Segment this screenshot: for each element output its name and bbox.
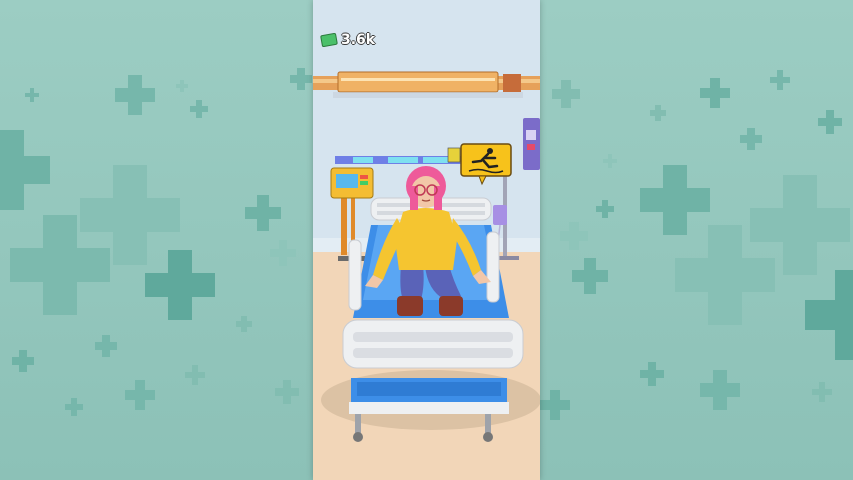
currency-amount: 3.6k <box>341 32 376 48</box>
cross-decoration <box>125 380 155 410</box>
cross-decoration <box>572 258 608 294</box>
cross-decoration <box>245 195 281 231</box>
cross-decoration <box>12 350 34 372</box>
cross-decoration <box>290 68 312 90</box>
cross-decoration <box>650 105 666 121</box>
cross-decoration <box>740 128 762 150</box>
cross-decoration <box>805 270 853 360</box>
cross-decoration <box>552 80 580 108</box>
cross-decoration <box>115 75 155 115</box>
game-viewport[interactable]: 3.6k <box>313 0 540 480</box>
cross-decoration <box>700 370 740 410</box>
cross-decoration <box>65 398 83 416</box>
cross-decoration <box>596 200 614 218</box>
cross-decoration <box>190 100 208 118</box>
cross-decoration <box>185 365 205 385</box>
cross-decoration <box>176 80 188 92</box>
cross-decoration <box>818 110 842 134</box>
cross-decoration <box>270 240 296 266</box>
cross-decoration <box>10 215 110 315</box>
cross-decoration <box>675 225 775 325</box>
hospital-room-scene <box>313 0 540 480</box>
cross-decoration <box>95 335 117 357</box>
ceiling-pipe <box>313 71 540 98</box>
cash-icon <box>320 32 338 48</box>
cross-decoration <box>540 390 570 420</box>
cross-decoration <box>560 222 588 250</box>
cross-decoration <box>770 70 790 90</box>
cross-decoration <box>640 362 664 386</box>
cross-decoration <box>25 88 39 102</box>
cross-decoration <box>275 380 299 404</box>
cross-decoration <box>603 154 617 168</box>
cross-decoration <box>145 250 215 320</box>
cross-decoration <box>812 382 832 402</box>
cross-decoration <box>700 78 730 108</box>
cross-decoration <box>0 130 50 210</box>
currency-counter: 3.6k <box>320 32 376 48</box>
cross-decoration <box>236 316 252 332</box>
